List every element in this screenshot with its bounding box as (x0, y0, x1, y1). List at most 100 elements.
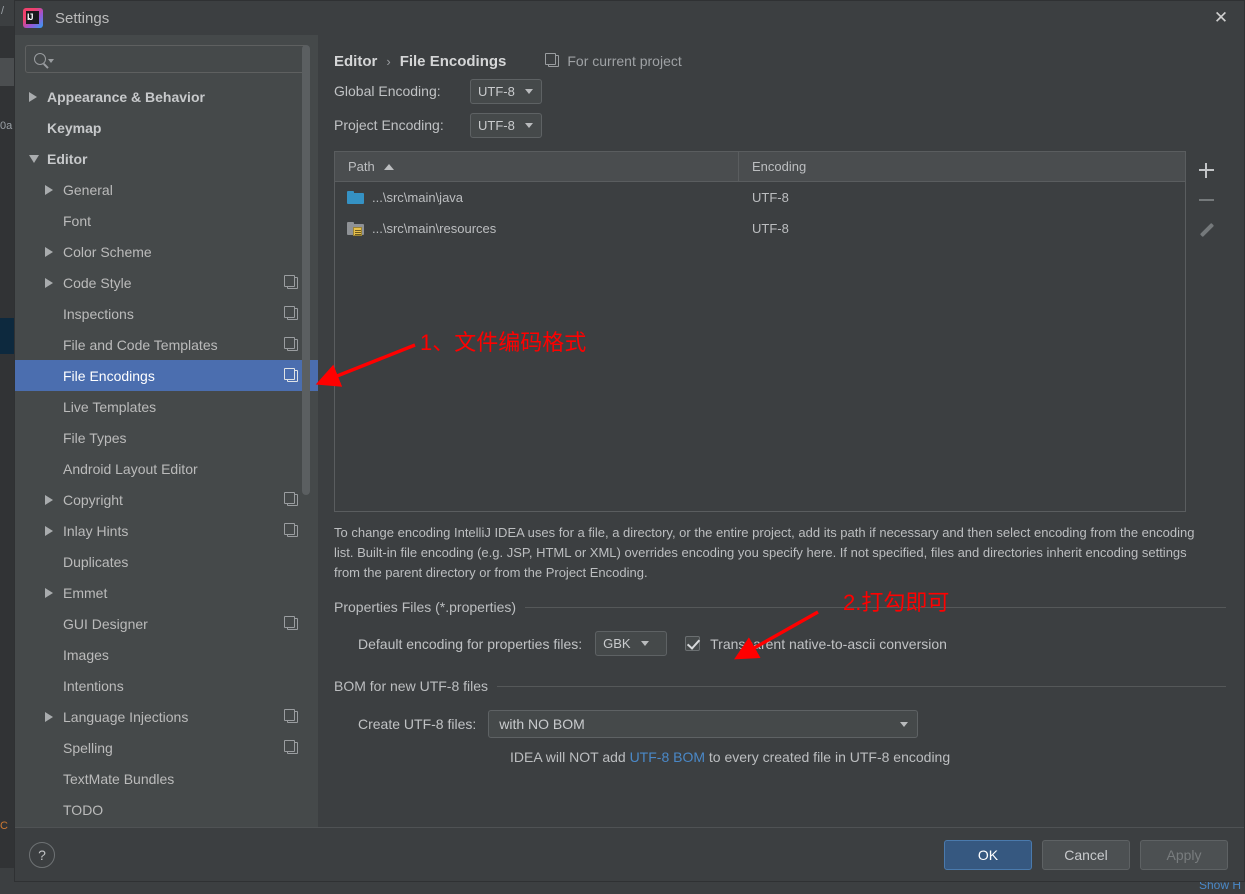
project-encoding-value: UTF-8 (478, 117, 515, 133)
bom-note-prefix: IDEA will NOT add (510, 749, 630, 766)
sidebar-item-file-types[interactable]: File Types (15, 422, 318, 453)
annotation-text-1: 1、文件编码格式 (420, 330, 587, 355)
chevron-right-icon[interactable] (45, 588, 63, 598)
dialog-footer: ? OK Cancel Apply (15, 827, 1244, 881)
create-utf8-files-label: Create UTF-8 files: (358, 716, 477, 733)
project-encoding-select[interactable]: UTF-8 (470, 112, 542, 138)
create-utf8-files-select[interactable]: with NO BOM (488, 710, 919, 739)
create-utf8-files-value: with NO BOM (499, 716, 585, 733)
copy-icon (284, 274, 298, 289)
background-strip-selection (0, 318, 14, 354)
sidebar-item-file-encodings[interactable]: File Encodings (15, 360, 318, 391)
sidebar-item-todo[interactable]: TODO (15, 794, 318, 825)
sidebar-item-label: Inlay Hints (63, 522, 129, 539)
breadcrumb-parent[interactable]: Editor (334, 53, 377, 70)
background-fragment-0: / (1, 5, 5, 17)
sidebar-item-label: Editor (47, 150, 88, 167)
table-cell-path: ...\src\main\resources (335, 221, 739, 236)
column-header-path[interactable]: Path (335, 152, 739, 181)
cancel-button[interactable]: Cancel (1042, 839, 1130, 870)
chevron-down-icon (640, 641, 649, 647)
for-current-project[interactable]: For current project (545, 53, 682, 69)
sidebar-item-label: Inspections (63, 305, 134, 322)
sidebar-scrollbar-thumb[interactable] (302, 45, 310, 495)
table-cell-path: ...\src\main\java (335, 190, 739, 205)
annotation-arrow-1 (315, 343, 416, 387)
sidebar-item-spelling[interactable]: Spelling (15, 732, 318, 763)
project-encoding-label: Project Encoding: (334, 117, 444, 133)
sidebar-item-textmate-bundles[interactable]: TextMate Bundles (15, 763, 318, 794)
annotation-text-2: 2.打勾即可 (843, 590, 950, 615)
remove-path-button[interactable] (1191, 185, 1221, 215)
sidebar-item-code-style[interactable]: Code Style (15, 267, 318, 298)
sidebar-scrollbar-track[interactable] (302, 35, 314, 827)
sidebar-item-color-scheme[interactable]: Color Scheme (15, 236, 318, 267)
sidebar-item-images[interactable]: Images (15, 639, 318, 670)
minus-icon (1198, 199, 1214, 201)
table-cell-encoding[interactable]: UTF-8 (739, 221, 1185, 236)
chevron-down-icon (524, 88, 533, 94)
sidebar-item-label: Keymap (47, 119, 102, 136)
help-button[interactable]: ? (29, 841, 55, 868)
encodings-description: To change encoding IntelliJ IDEA uses fo… (334, 525, 1195, 581)
pencil-icon (1198, 222, 1214, 238)
plus-icon (1198, 162, 1214, 178)
sidebar-item-label: TODO (63, 801, 104, 818)
bom-section-header: BOM for new UTF-8 files (334, 678, 1226, 694)
sidebar-item-general[interactable]: General (15, 174, 318, 205)
table-header: Path Encoding (335, 152, 1185, 182)
search-box[interactable] (25, 45, 308, 73)
breadcrumb-current: File Encodings (399, 52, 507, 70)
background-fragment-1: 0a (0, 120, 13, 132)
close-icon[interactable]: ✕ (1198, 1, 1244, 35)
chevron-right-icon[interactable] (45, 247, 63, 257)
table-cell-path-label: ...\src\main\java (372, 190, 464, 205)
chevron-right-icon[interactable] (45, 712, 63, 722)
sidebar-item-editor[interactable]: Editor (15, 143, 318, 174)
sidebar-item-android-layout-editor[interactable]: Android Layout Editor (15, 453, 318, 484)
copy-icon (284, 367, 298, 382)
sidebar-item-font[interactable]: Font (15, 205, 318, 236)
chevron-right-icon[interactable] (45, 278, 63, 288)
ok-button[interactable]: OK (944, 839, 1032, 870)
sidebar-item-inspections[interactable]: Inspections (15, 298, 318, 329)
sidebar-item-duplicates[interactable]: Duplicates (15, 546, 318, 577)
add-path-button[interactable] (1191, 155, 1221, 185)
table-toolbar (1186, 151, 1226, 512)
sidebar-item-file-and-code-templates[interactable]: File and Code Templates (15, 329, 318, 360)
chevron-right-icon[interactable] (45, 526, 63, 536)
background-strip-file (0, 58, 14, 86)
resource-folder-icon (347, 222, 364, 236)
chevron-right-icon[interactable] (29, 92, 47, 102)
default-properties-encoding-select[interactable]: GBK (595, 631, 668, 657)
sidebar-item-live-templates[interactable]: Live Templates (15, 391, 318, 422)
column-header-encoding[interactable]: Encoding (739, 152, 1185, 181)
chevron-right-icon[interactable] (45, 185, 63, 195)
apply-button[interactable]: Apply (1140, 839, 1228, 870)
table-row[interactable]: ...\src\main\resources UTF-8 (335, 213, 1185, 244)
copy-icon (545, 53, 560, 67)
sidebar-item-inlay-hints[interactable]: Inlay Hints (15, 515, 318, 546)
sidebar-item-gui-designer[interactable]: GUI Designer (15, 608, 318, 639)
chevron-down-icon (900, 721, 909, 727)
sidebar-item-intentions[interactable]: Intentions (15, 670, 318, 701)
chevron-right-icon[interactable] (45, 495, 63, 505)
sidebar-item-keymap[interactable]: Keymap (15, 112, 318, 143)
dialog-titlebar: IJ Settings ✕ (15, 1, 1244, 35)
sidebar-item-appearance-behavior[interactable]: Appearance & Behavior (15, 81, 318, 112)
global-encoding-select[interactable]: UTF-8 (470, 78, 542, 104)
utf8-bom-link[interactable]: UTF-8 BOM (630, 749, 705, 765)
search-input[interactable] (54, 51, 307, 67)
table-cell-encoding[interactable]: UTF-8 (739, 190, 1185, 205)
sidebar-item-copyright[interactable]: Copyright (15, 484, 318, 515)
edit-path-button[interactable] (1191, 215, 1221, 245)
sidebar-item-language-injections[interactable]: Language Injections (15, 701, 318, 732)
section-divider (497, 685, 1226, 687)
table-row[interactable]: ...\src\main\java UTF-8 (335, 182, 1185, 213)
chevron-down-icon[interactable] (29, 155, 47, 163)
sidebar-item-label: Duplicates (63, 553, 129, 570)
sidebar-item-label: File Types (63, 429, 127, 446)
sidebar-item-emmet[interactable]: Emmet (15, 577, 318, 608)
breadcrumb-separator-icon: › (386, 53, 391, 69)
background-fragment-2: C (0, 820, 8, 832)
